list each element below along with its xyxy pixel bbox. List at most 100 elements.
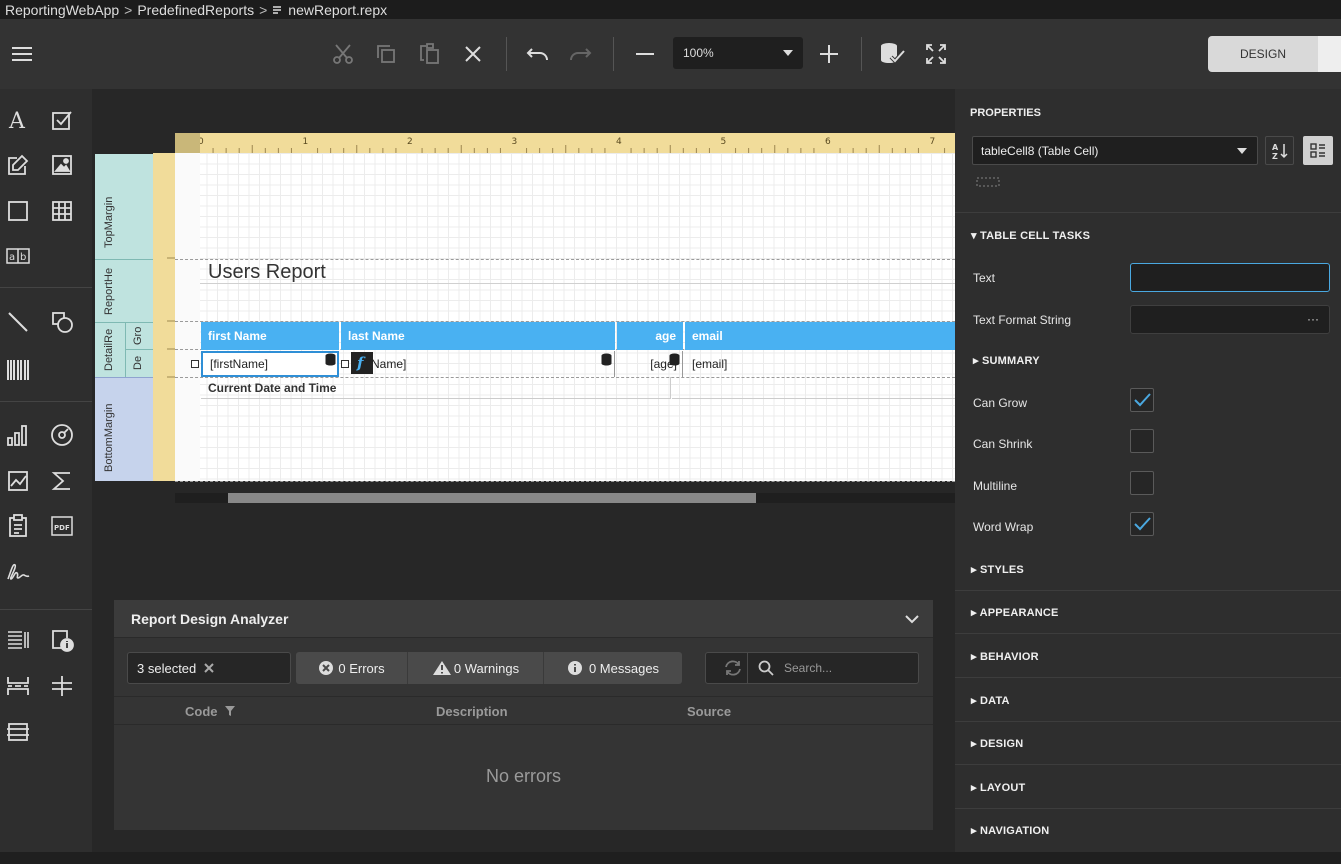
paste-icon[interactable] [415,39,445,69]
table-header-cell-email[interactable]: email [685,322,955,350]
signature-icon[interactable] [5,559,31,585]
cross-band-line-icon[interactable] [49,673,75,699]
analyzer-search-box[interactable]: Search... [705,652,919,684]
column-header-source[interactable]: Source [687,704,731,719]
fullscreen-icon[interactable] [921,39,951,69]
chevron-down-icon [783,50,793,56]
ellipsis-button[interactable]: ··· [1307,312,1319,326]
redo-icon[interactable] [565,39,595,69]
gauge-icon[interactable] [49,422,75,448]
messages-filter-button[interactable]: 0 Messages [544,652,682,684]
selection-handle[interactable] [341,360,349,368]
panel-icon[interactable] [5,198,31,224]
cross-band-info-icon[interactable] [49,627,75,653]
label-icon[interactable]: A [5,107,31,133]
band-detail-report[interactable]: DetailRe [95,322,125,377]
barcode-icon[interactable] [5,357,31,383]
table-cell-first-name-selected[interactable]: [firstName] [201,351,339,377]
hamburger-menu-icon[interactable] [7,39,37,69]
database-icon[interactable] [601,353,612,366]
summary-section[interactable]: ▸ SUMMARY [973,354,1040,367]
current-date-time-label[interactable]: Current Date and Time [201,377,671,399]
breadcrumb-item-app[interactable]: ReportingWebApp [5,2,119,18]
page-break-icon[interactable] [5,673,31,699]
text-property-input[interactable] [1130,263,1330,292]
layout-section[interactable]: ▸ LAYOUT [971,781,1025,794]
can-grow-checkbox[interactable] [1130,388,1154,412]
can-shrink-checkbox[interactable] [1130,429,1154,453]
table-cell-tasks-section[interactable]: ▾ TABLE CELL TASKS [971,229,1090,242]
text-format-string-input[interactable]: ··· [1130,305,1330,334]
analyzer-header[interactable]: Report Design Analyzer [114,600,933,638]
multiline-checkbox[interactable] [1130,471,1154,495]
band-report-header[interactable]: ReportHe [95,259,153,322]
column-header-code[interactable]: Code [185,704,236,719]
selection-handle[interactable] [191,360,199,368]
summary-icon[interactable] [49,468,75,494]
design-section[interactable]: ▸ DESIGN [971,737,1023,750]
rich-text-icon[interactable] [5,152,31,178]
styles-section[interactable]: ▸ STYLES [971,563,1024,576]
vertical-ruler [153,153,175,481]
svg-text:f: f [356,355,366,371]
cut-icon[interactable] [328,39,358,69]
zoom-out-icon[interactable] [630,39,660,69]
behavior-section[interactable]: ▸ BEHAVIOR [971,650,1039,663]
delete-icon[interactable] [458,39,488,69]
band-bottom-margin[interactable]: BottomMargin [95,377,153,481]
expression-function-icon[interactable]: f [351,352,373,374]
smart-tag-icon[interactable] [976,177,1000,187]
sparkline-icon[interactable] [5,468,31,494]
band-detail[interactable]: De [125,349,153,377]
word-wrap-checkbox[interactable] [1130,512,1154,536]
preview-mode-button[interactable] [1318,36,1341,72]
copy-icon[interactable] [371,39,401,69]
database-icon[interactable] [669,353,680,366]
report-title-label[interactable]: Users Report [200,259,955,284]
appearance-section[interactable]: ▸ APPEARANCE [971,606,1059,619]
line-icon[interactable] [5,309,31,335]
zoom-in-icon[interactable] [814,39,844,69]
clear-filter-icon[interactable] [204,663,214,673]
design-mode-button[interactable]: DESIGN [1208,36,1318,72]
table-header-cell-first-name[interactable]: first Name [201,322,339,350]
selected-filter-input[interactable]: 3 selected [127,652,291,684]
undo-icon[interactable] [523,39,553,69]
table-of-contents-icon[interactable] [5,513,31,539]
breadcrumb-item-file[interactable]: newReport.repx [288,2,387,18]
navigation-section[interactable]: ▸ NAVIGATION [971,824,1049,837]
breadcrumb-item-folder[interactable]: PredefinedReports [137,2,254,18]
table-cell-email[interactable]: [email] [685,351,955,377]
warnings-filter-button[interactable]: 0 Warnings [408,652,544,684]
report-page[interactable] [175,153,955,481]
zoom-select[interactable]: 100% [673,37,803,69]
table-cell-last-name[interactable]: Name] [353,351,615,377]
scrollbar-thumb[interactable] [228,493,756,503]
page-info-icon[interactable] [5,627,31,653]
table-cell-empty[interactable] [672,377,955,399]
character-comb-icon[interactable]: ab [5,243,31,269]
band-group-header[interactable]: Gro [125,322,153,349]
picture-box-icon[interactable] [49,152,75,178]
errors-filter-button[interactable]: 0 Errors [296,652,408,684]
categorized-view-icon[interactable] [1303,136,1333,165]
checkbox-icon[interactable] [49,107,75,133]
table-header-cell-last-name[interactable]: last Name [341,322,615,350]
shape-icon[interactable] [49,309,75,335]
data-section[interactable]: ▸ DATA [971,694,1010,707]
pdf-content-icon[interactable]: PDF [49,513,75,539]
sort-alphabetical-icon[interactable]: AZ [1265,136,1294,165]
chevron-down-icon[interactable] [905,614,919,624]
component-selector[interactable]: tableCell8 (Table Cell) [972,136,1258,165]
refresh-icon[interactable] [723,659,743,677]
cross-band-box-icon[interactable] [5,719,31,745]
chart-icon[interactable] [5,422,31,448]
search-input[interactable]: Search... [747,653,919,683]
table-icon[interactable] [49,198,75,224]
empty-state-text: No errors [485,766,561,786]
table-header-cell-age[interactable]: age [617,322,683,350]
band-top-margin[interactable]: TopMargin [95,154,153,259]
validate-bindings-icon[interactable] [878,39,908,69]
database-icon[interactable] [325,353,336,366]
column-header-description[interactable]: Description [436,704,508,719]
